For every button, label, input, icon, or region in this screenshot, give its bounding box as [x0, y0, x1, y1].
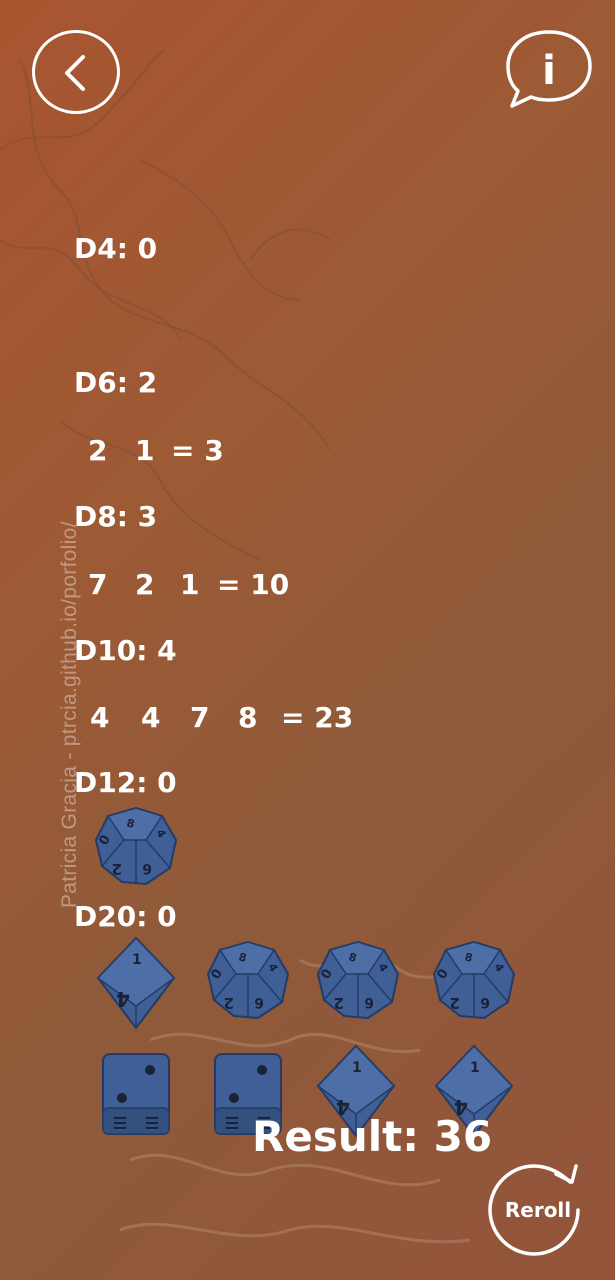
back-button[interactable] [32, 30, 120, 114]
d6-die [100, 1052, 172, 1136]
die-face-number: 2 [450, 994, 460, 1012]
d6-roll-value: 2 [88, 434, 108, 467]
die-face-number: 6 [254, 994, 264, 1010]
die-face-number: 6 [364, 994, 374, 1010]
d10-roll-value: 8 [238, 701, 258, 734]
die-face-number: 2 [224, 994, 234, 1012]
d10-die: 8 4 0 6 2 [432, 940, 516, 1020]
reroll-label: Reroll [504, 1198, 572, 1222]
d8-roll-value: 7 [88, 568, 108, 601]
d4-summary: D4: 0 [74, 232, 158, 265]
result-total: Result: 36 [252, 1112, 493, 1161]
watermark-text: Patricia Gracia - ptrcia.github.io/porfo… [58, 521, 81, 908]
d10-roll-value: 4 [90, 701, 110, 734]
d10-roll-value: 4 [141, 701, 161, 734]
d6-roll-value: 1 [135, 434, 155, 467]
info-letter: i [542, 48, 556, 94]
d8-roll-total: = 10 [217, 568, 290, 601]
d10-die: 8 4 0 6 2 [94, 806, 178, 886]
die-face-number: 2 [112, 860, 122, 878]
reroll-button[interactable]: Reroll [486, 1160, 590, 1260]
d10-die: 8 4 0 6 2 [316, 940, 400, 1020]
d10-roll-total: = 23 [281, 701, 354, 734]
d6-summary: D6: 2 [74, 366, 158, 399]
d8-roll-value: 1 [180, 568, 200, 601]
d10-roll-value: 7 [190, 701, 210, 734]
d8-die: 1 4 [96, 936, 176, 1030]
d10-die: 8 4 0 6 2 [206, 940, 290, 1020]
die-face-number: 2 [334, 994, 344, 1012]
die-face-number: 6 [480, 994, 490, 1010]
d12-summary: D12: 0 [74, 766, 177, 799]
d8-summary: D8: 3 [74, 500, 158, 533]
die-face-number: 1 [352, 1060, 362, 1076]
die-face-number: 1 [132, 952, 142, 968]
d8-roll-value: 2 [135, 568, 155, 601]
d6-roll-total: = 3 [171, 434, 224, 467]
die-face-number: 4 [116, 987, 130, 1011]
chevron-left-icon [65, 55, 85, 91]
die-face-number: 1 [470, 1060, 480, 1076]
d20-summary: D20: 0 [74, 900, 177, 933]
die-face-number: 6 [142, 860, 152, 876]
info-button[interactable]: i [504, 28, 594, 110]
d10-summary: D10: 4 [74, 634, 177, 667]
